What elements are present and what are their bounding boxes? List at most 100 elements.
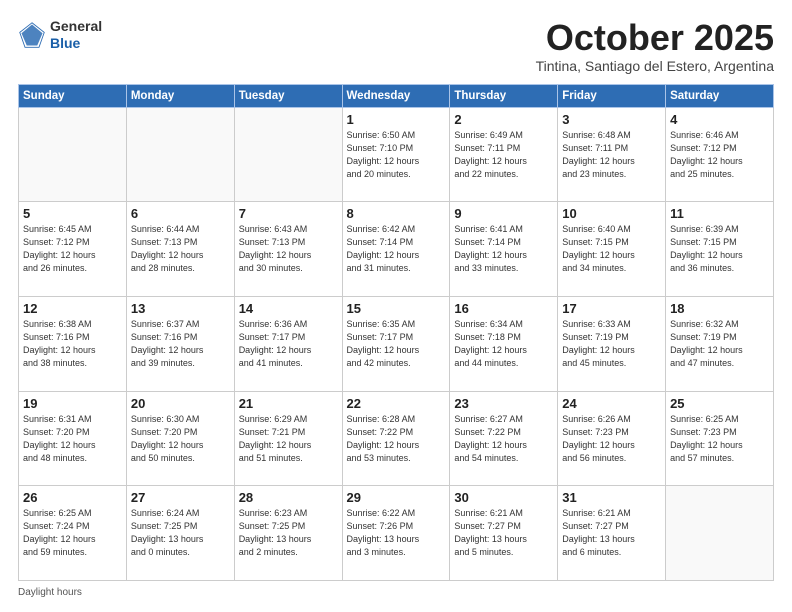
day-info: Sunrise: 6:49 AM Sunset: 7:11 PM Dayligh… <box>454 129 553 181</box>
day-info: Sunrise: 6:44 AM Sunset: 7:13 PM Dayligh… <box>131 223 230 275</box>
day-info: Sunrise: 6:46 AM Sunset: 7:12 PM Dayligh… <box>670 129 769 181</box>
month-title: October 2025 <box>536 18 774 58</box>
day-number: 13 <box>131 301 230 316</box>
day-number: 22 <box>347 396 446 411</box>
logo-icon <box>18 21 46 49</box>
day-number: 25 <box>670 396 769 411</box>
day-number: 27 <box>131 490 230 505</box>
day-number: 18 <box>670 301 769 316</box>
footer: Daylight hours <box>18 587 774 598</box>
day-info: Sunrise: 6:21 AM Sunset: 7:27 PM Dayligh… <box>454 507 553 559</box>
calendar-cell: 25 Sunrise: 6:25 AM Sunset: 7:23 PM Dayli… <box>666 391 774 486</box>
day-number: 14 <box>239 301 338 316</box>
calendar-cell: 4 Sunrise: 6:46 AM Sunset: 7:12 PM Daylig… <box>666 107 774 202</box>
calendar-cell: 22 Sunrise: 6:28 AM Sunset: 7:22 PM Dayli… <box>342 391 450 486</box>
logo-general: General <box>50 18 102 34</box>
day-number: 29 <box>347 490 446 505</box>
day-info: Sunrise: 6:48 AM Sunset: 7:11 PM Dayligh… <box>562 129 661 181</box>
daylight-hours-label: Daylight hours <box>18 587 82 598</box>
col-friday: Friday <box>558 84 666 107</box>
day-number: 28 <box>239 490 338 505</box>
day-number: 12 <box>23 301 122 316</box>
col-wednesday: Wednesday <box>342 84 450 107</box>
day-info: Sunrise: 6:38 AM Sunset: 7:16 PM Dayligh… <box>23 318 122 370</box>
day-info: Sunrise: 6:25 AM Sunset: 7:23 PM Dayligh… <box>670 413 769 465</box>
calendar-cell: 16 Sunrise: 6:34 AM Sunset: 7:18 PM Dayli… <box>450 296 558 391</box>
day-number: 8 <box>347 206 446 221</box>
day-info: Sunrise: 6:24 AM Sunset: 7:25 PM Dayligh… <box>131 507 230 559</box>
calendar-cell: 23Sunrise: 6:27 AM Sunset: 7:22 PM Dayli… <box>450 391 558 486</box>
day-info: Sunrise: 6:28 AM Sunset: 7:22 PM Dayligh… <box>347 413 446 465</box>
calendar-cell: 19Sunrise: 6:31 AM Sunset: 7:20 PM Dayli… <box>19 391 127 486</box>
calendar-cell: 20 Sunrise: 6:30 AM Sunset: 7:20 PM Dayli… <box>126 391 234 486</box>
day-info: Sunrise: 6:42 AM Sunset: 7:14 PM Dayligh… <box>347 223 446 275</box>
day-number: 23 <box>454 396 553 411</box>
day-number: 6 <box>131 206 230 221</box>
calendar-cell: 17 Sunrise: 6:33 AM Sunset: 7:19 PM Dayli… <box>558 296 666 391</box>
day-number: 11 <box>670 206 769 221</box>
calendar-cell: 28Sunrise: 6:23 AM Sunset: 7:25 PM Dayli… <box>234 486 342 581</box>
calendar-cell: 7Sunrise: 6:43 AM Sunset: 7:13 PM Daylig… <box>234 202 342 297</box>
day-number: 9 <box>454 206 553 221</box>
calendar-cell: 31 Sunrise: 6:21 AM Sunset: 7:27 PM Dayli… <box>558 486 666 581</box>
calendar-cell: 2Sunrise: 6:49 AM Sunset: 7:11 PM Daylig… <box>450 107 558 202</box>
col-monday: Monday <box>126 84 234 107</box>
day-info: Sunrise: 6:39 AM Sunset: 7:15 PM Dayligh… <box>670 223 769 275</box>
calendar-header-row: Sunday Monday Tuesday Wednesday Thursday… <box>19 84 774 107</box>
day-number: 17 <box>562 301 661 316</box>
calendar-week-row: 19Sunrise: 6:31 AM Sunset: 7:20 PM Dayli… <box>19 391 774 486</box>
day-number: 20 <box>131 396 230 411</box>
day-info: Sunrise: 6:35 AM Sunset: 7:17 PM Dayligh… <box>347 318 446 370</box>
day-info: Sunrise: 6:22 AM Sunset: 7:26 PM Dayligh… <box>347 507 446 559</box>
day-number: 5 <box>23 206 122 221</box>
day-number: 1 <box>347 112 446 127</box>
day-number: 16 <box>454 301 553 316</box>
calendar-cell: 5 Sunrise: 6:45 AM Sunset: 7:12 PM Daylig… <box>19 202 127 297</box>
day-info: Sunrise: 6:25 AM Sunset: 7:24 PM Dayligh… <box>23 507 122 559</box>
calendar-week-row: 12 Sunrise: 6:38 AM Sunset: 7:16 PM Dayli… <box>19 296 774 391</box>
day-info: Sunrise: 6:26 AM Sunset: 7:23 PM Dayligh… <box>562 413 661 465</box>
day-number: 4 <box>670 112 769 127</box>
calendar-cell: 9Sunrise: 6:41 AM Sunset: 7:14 PM Daylig… <box>450 202 558 297</box>
day-number: 31 <box>562 490 661 505</box>
day-info: Sunrise: 6:29 AM Sunset: 7:21 PM Dayligh… <box>239 413 338 465</box>
calendar-cell: 18Sunrise: 6:32 AM Sunset: 7:19 PM Dayli… <box>666 296 774 391</box>
col-thursday: Thursday <box>450 84 558 107</box>
calendar-cell: 24Sunrise: 6:26 AM Sunset: 7:23 PM Dayli… <box>558 391 666 486</box>
day-info: Sunrise: 6:21 AM Sunset: 7:27 PM Dayligh… <box>562 507 661 559</box>
calendar-cell: 14 Sunrise: 6:36 AM Sunset: 7:17 PM Dayli… <box>234 296 342 391</box>
calendar-cell: 29 Sunrise: 6:22 AM Sunset: 7:26 PM Dayli… <box>342 486 450 581</box>
day-number: 26 <box>23 490 122 505</box>
calendar-cell: 10Sunrise: 6:40 AM Sunset: 7:15 PM Dayli… <box>558 202 666 297</box>
location-subtitle: Tintina, Santiago del Estero, Argentina <box>536 58 774 74</box>
col-tuesday: Tuesday <box>234 84 342 107</box>
day-info: Sunrise: 6:37 AM Sunset: 7:16 PM Dayligh… <box>131 318 230 370</box>
calendar-cell: 11 Sunrise: 6:39 AM Sunset: 7:15 PM Dayli… <box>666 202 774 297</box>
day-info: Sunrise: 6:50 AM Sunset: 7:10 PM Dayligh… <box>347 129 446 181</box>
calendar-cell <box>19 107 127 202</box>
calendar-cell <box>666 486 774 581</box>
day-number: 3 <box>562 112 661 127</box>
calendar-cell: 27 Sunrise: 6:24 AM Sunset: 7:25 PM Dayli… <box>126 486 234 581</box>
calendar-table: Sunday Monday Tuesday Wednesday Thursday… <box>18 84 774 581</box>
day-info: Sunrise: 6:45 AM Sunset: 7:12 PM Dayligh… <box>23 223 122 275</box>
day-info: Sunrise: 6:33 AM Sunset: 7:19 PM Dayligh… <box>562 318 661 370</box>
calendar-cell: 30 Sunrise: 6:21 AM Sunset: 7:27 PM Dayli… <box>450 486 558 581</box>
day-info: Sunrise: 6:31 AM Sunset: 7:20 PM Dayligh… <box>23 413 122 465</box>
col-saturday: Saturday <box>666 84 774 107</box>
calendar-week-row: 1 Sunrise: 6:50 AM Sunset: 7:10 PM Daylig… <box>19 107 774 202</box>
calendar-cell <box>234 107 342 202</box>
day-info: Sunrise: 6:36 AM Sunset: 7:17 PM Dayligh… <box>239 318 338 370</box>
calendar-cell: 8 Sunrise: 6:42 AM Sunset: 7:14 PM Daylig… <box>342 202 450 297</box>
logo-text: General Blue <box>50 18 102 52</box>
calendar-cell: 12 Sunrise: 6:38 AM Sunset: 7:16 PM Dayli… <box>19 296 127 391</box>
calendar-week-row: 5 Sunrise: 6:45 AM Sunset: 7:12 PM Daylig… <box>19 202 774 297</box>
calendar-cell: 13 Sunrise: 6:37 AM Sunset: 7:16 PM Dayli… <box>126 296 234 391</box>
day-number: 30 <box>454 490 553 505</box>
calendar-cell <box>126 107 234 202</box>
day-info: Sunrise: 6:43 AM Sunset: 7:13 PM Dayligh… <box>239 223 338 275</box>
day-info: Sunrise: 6:40 AM Sunset: 7:15 PM Dayligh… <box>562 223 661 275</box>
title-block: October 2025 Tintina, Santiago del Ester… <box>536 18 774 74</box>
day-info: Sunrise: 6:30 AM Sunset: 7:20 PM Dayligh… <box>131 413 230 465</box>
day-info: Sunrise: 6:34 AM Sunset: 7:18 PM Dayligh… <box>454 318 553 370</box>
